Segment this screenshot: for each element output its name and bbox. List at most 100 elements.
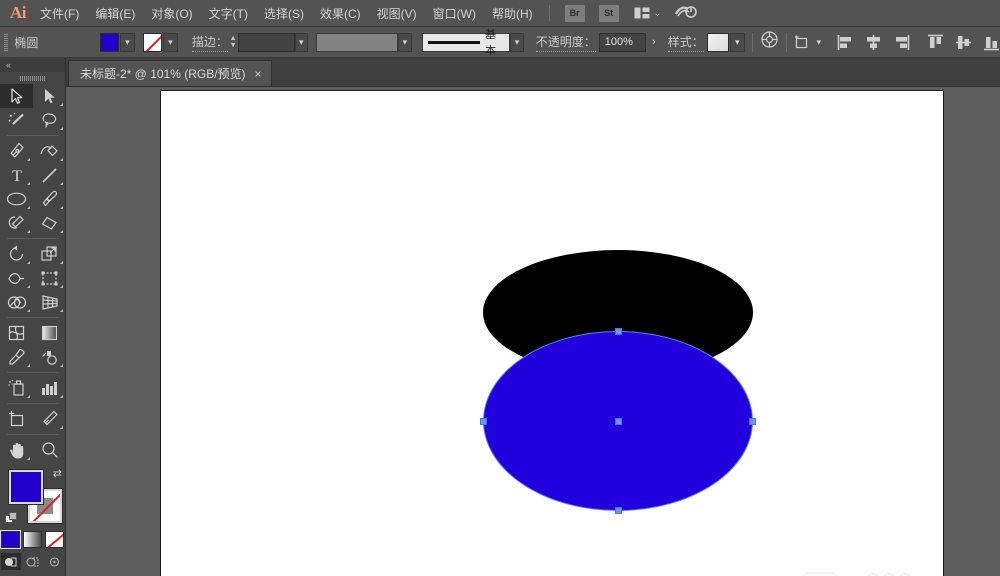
opacity-input[interactable]: 100% — [598, 32, 647, 52]
free-transform-tool[interactable] — [33, 266, 66, 290]
align-right-icon[interactable] — [893, 34, 910, 51]
tool-flyout-indicator — [27, 261, 30, 264]
anchor-point-top[interactable] — [614, 328, 622, 335]
anchor-point-left[interactable] — [480, 417, 487, 425]
fill-swatch-dropdown[interactable]: ▾ — [119, 32, 135, 52]
creative-cloud-button[interactable] — [675, 3, 698, 24]
color-mode-icon[interactable] — [0, 530, 21, 549]
eyedropper-tool[interactable] — [0, 345, 33, 369]
pencil-tool[interactable] — [0, 211, 33, 235]
transform-button[interactable]: ▾ — [793, 34, 821, 51]
menu-object[interactable]: 对象(O) — [143, 1, 200, 26]
menu-effect[interactable]: 效果(C) — [312, 1, 369, 26]
align-bottom-icon[interactable] — [983, 34, 1000, 51]
menu-help[interactable]: 帮助(H) — [484, 1, 541, 26]
graphic-style-dropdown[interactable]: ▾ — [729, 32, 745, 52]
blue-ellipse[interactable] — [480, 328, 756, 514]
stroke-weight-input[interactable] — [238, 32, 295, 52]
transform-icon — [795, 35, 808, 48]
opacity-label: 不透明度： — [535, 33, 596, 52]
mesh-tool[interactable] — [0, 321, 33, 345]
lasso-tool[interactable] — [33, 108, 66, 132]
shape-builder-tool[interactable] — [0, 290, 33, 314]
type-tool[interactable]: T — [0, 163, 33, 187]
tool-flyout-indicator — [60, 127, 63, 130]
swap-fill-stroke-icon[interactable]: ⇄ — [53, 467, 62, 480]
variable-width-profile-input[interactable] — [315, 32, 399, 52]
align-vertical-center-icon[interactable] — [955, 34, 972, 51]
none-mode-icon[interactable] — [45, 531, 64, 548]
rotate-icon — [9, 245, 23, 261]
perspective-grid-tool[interactable] — [33, 290, 66, 314]
selection-tool[interactable] — [0, 84, 33, 108]
stroke-weight-stepper[interactable]: ▲ ▼ — [228, 33, 239, 52]
align-horizontal-center-icon[interactable] — [865, 34, 882, 51]
artboard[interactable] — [160, 90, 944, 576]
collapse-panel-button[interactable]: « — [0, 58, 65, 72]
hand-tool[interactable] — [0, 438, 33, 462]
free-transform-icon — [41, 271, 58, 285]
slice-tool[interactable] — [33, 407, 66, 431]
draw-normal-icon[interactable] — [0, 553, 21, 570]
tool-flyout-indicator — [60, 426, 63, 429]
control-bar-grip[interactable] — [4, 33, 9, 51]
rotate-tool[interactable] — [0, 242, 33, 266]
document-tab[interactable]: 未标题-2* @ 101% (RGB/预览) × — [68, 60, 272, 86]
brush-definition-select[interactable]: 基本 — [421, 29, 511, 57]
column-graph-tool[interactable] — [33, 376, 66, 400]
eraser-tool[interactable] — [33, 211, 66, 235]
tool-flyout-indicator — [60, 309, 63, 312]
width-tool[interactable] — [0, 266, 33, 290]
draw-behind-icon[interactable] — [23, 553, 43, 570]
fill-color-box[interactable] — [8, 469, 44, 505]
zoom-tool[interactable] — [33, 438, 66, 462]
document-tab-title: 未标题-2* @ 101% (RGB/预览) — [80, 67, 246, 81]
recolor-artwork-button[interactable] — [760, 30, 779, 54]
scale-tool[interactable] — [33, 242, 66, 266]
close-icon[interactable]: × — [255, 68, 262, 80]
brush-dropdown[interactable]: ▾ — [510, 32, 524, 52]
selected-object-type: 椭圆 — [14, 35, 39, 50]
ellipse-tool[interactable] — [0, 187, 33, 211]
menu-view[interactable]: 视图(V) — [369, 1, 425, 26]
variable-width-dropdown[interactable]: ▾ — [398, 32, 412, 52]
opacity-expand-arrow[interactable]: › — [652, 36, 656, 48]
tool-flyout-indicator — [60, 230, 63, 233]
stroke-swatch-dropdown[interactable]: ▾ — [162, 32, 178, 52]
line-segment-tool[interactable] — [33, 163, 66, 187]
stroke-color-swatch[interactable] — [142, 32, 162, 52]
magic-wand-tool[interactable] — [0, 108, 33, 132]
menu-edit[interactable]: 编辑(E) — [87, 1, 143, 26]
curvature-tool[interactable] — [33, 139, 66, 163]
stock-button[interactable]: St — [598, 4, 619, 22]
align-top-icon[interactable] — [927, 34, 944, 51]
paintbrush-tool[interactable] — [33, 187, 66, 211]
fill-color-swatch[interactable] — [99, 32, 119, 52]
gradient-tool[interactable] — [33, 321, 66, 345]
tools-panel-grip[interactable] — [0, 72, 65, 84]
line-segment-icon — [42, 167, 57, 183]
tool-flyout-indicator — [27, 285, 30, 288]
menu-type[interactable]: 文字(T) — [201, 1, 256, 26]
blend-tool[interactable] — [33, 345, 66, 369]
menu-file[interactable]: 文件(F) — [32, 1, 87, 26]
align-left-icon[interactable] — [837, 34, 854, 51]
anchor-point-bottom[interactable] — [614, 507, 622, 514]
artboard-tool[interactable] — [0, 407, 33, 431]
canvas-area[interactable] — [66, 87, 1000, 576]
symbol-sprayer-tool[interactable] — [0, 376, 33, 400]
draw-inside-icon[interactable] — [45, 553, 65, 570]
pen-tool[interactable] — [0, 139, 33, 163]
anchor-point-right[interactable] — [749, 417, 756, 425]
arrange-documents-button[interactable]: ⌄ — [634, 7, 661, 20]
bridge-button[interactable]: Br — [564, 4, 585, 22]
stroke-weight-dropdown[interactable]: ▾ — [294, 32, 308, 52]
gradient-mode-icon[interactable] — [23, 531, 42, 548]
perspective-grid-icon — [41, 294, 58, 310]
graphic-style-swatch[interactable] — [706, 32, 729, 52]
menu-select[interactable]: 选择(S) — [256, 1, 312, 26]
default-fill-stroke-icon[interactable] — [5, 512, 18, 525]
direct-selection-tool[interactable] — [33, 84, 66, 108]
menu-window[interactable]: 窗口(W) — [425, 1, 484, 26]
anchor-point-center[interactable] — [614, 417, 622, 425]
